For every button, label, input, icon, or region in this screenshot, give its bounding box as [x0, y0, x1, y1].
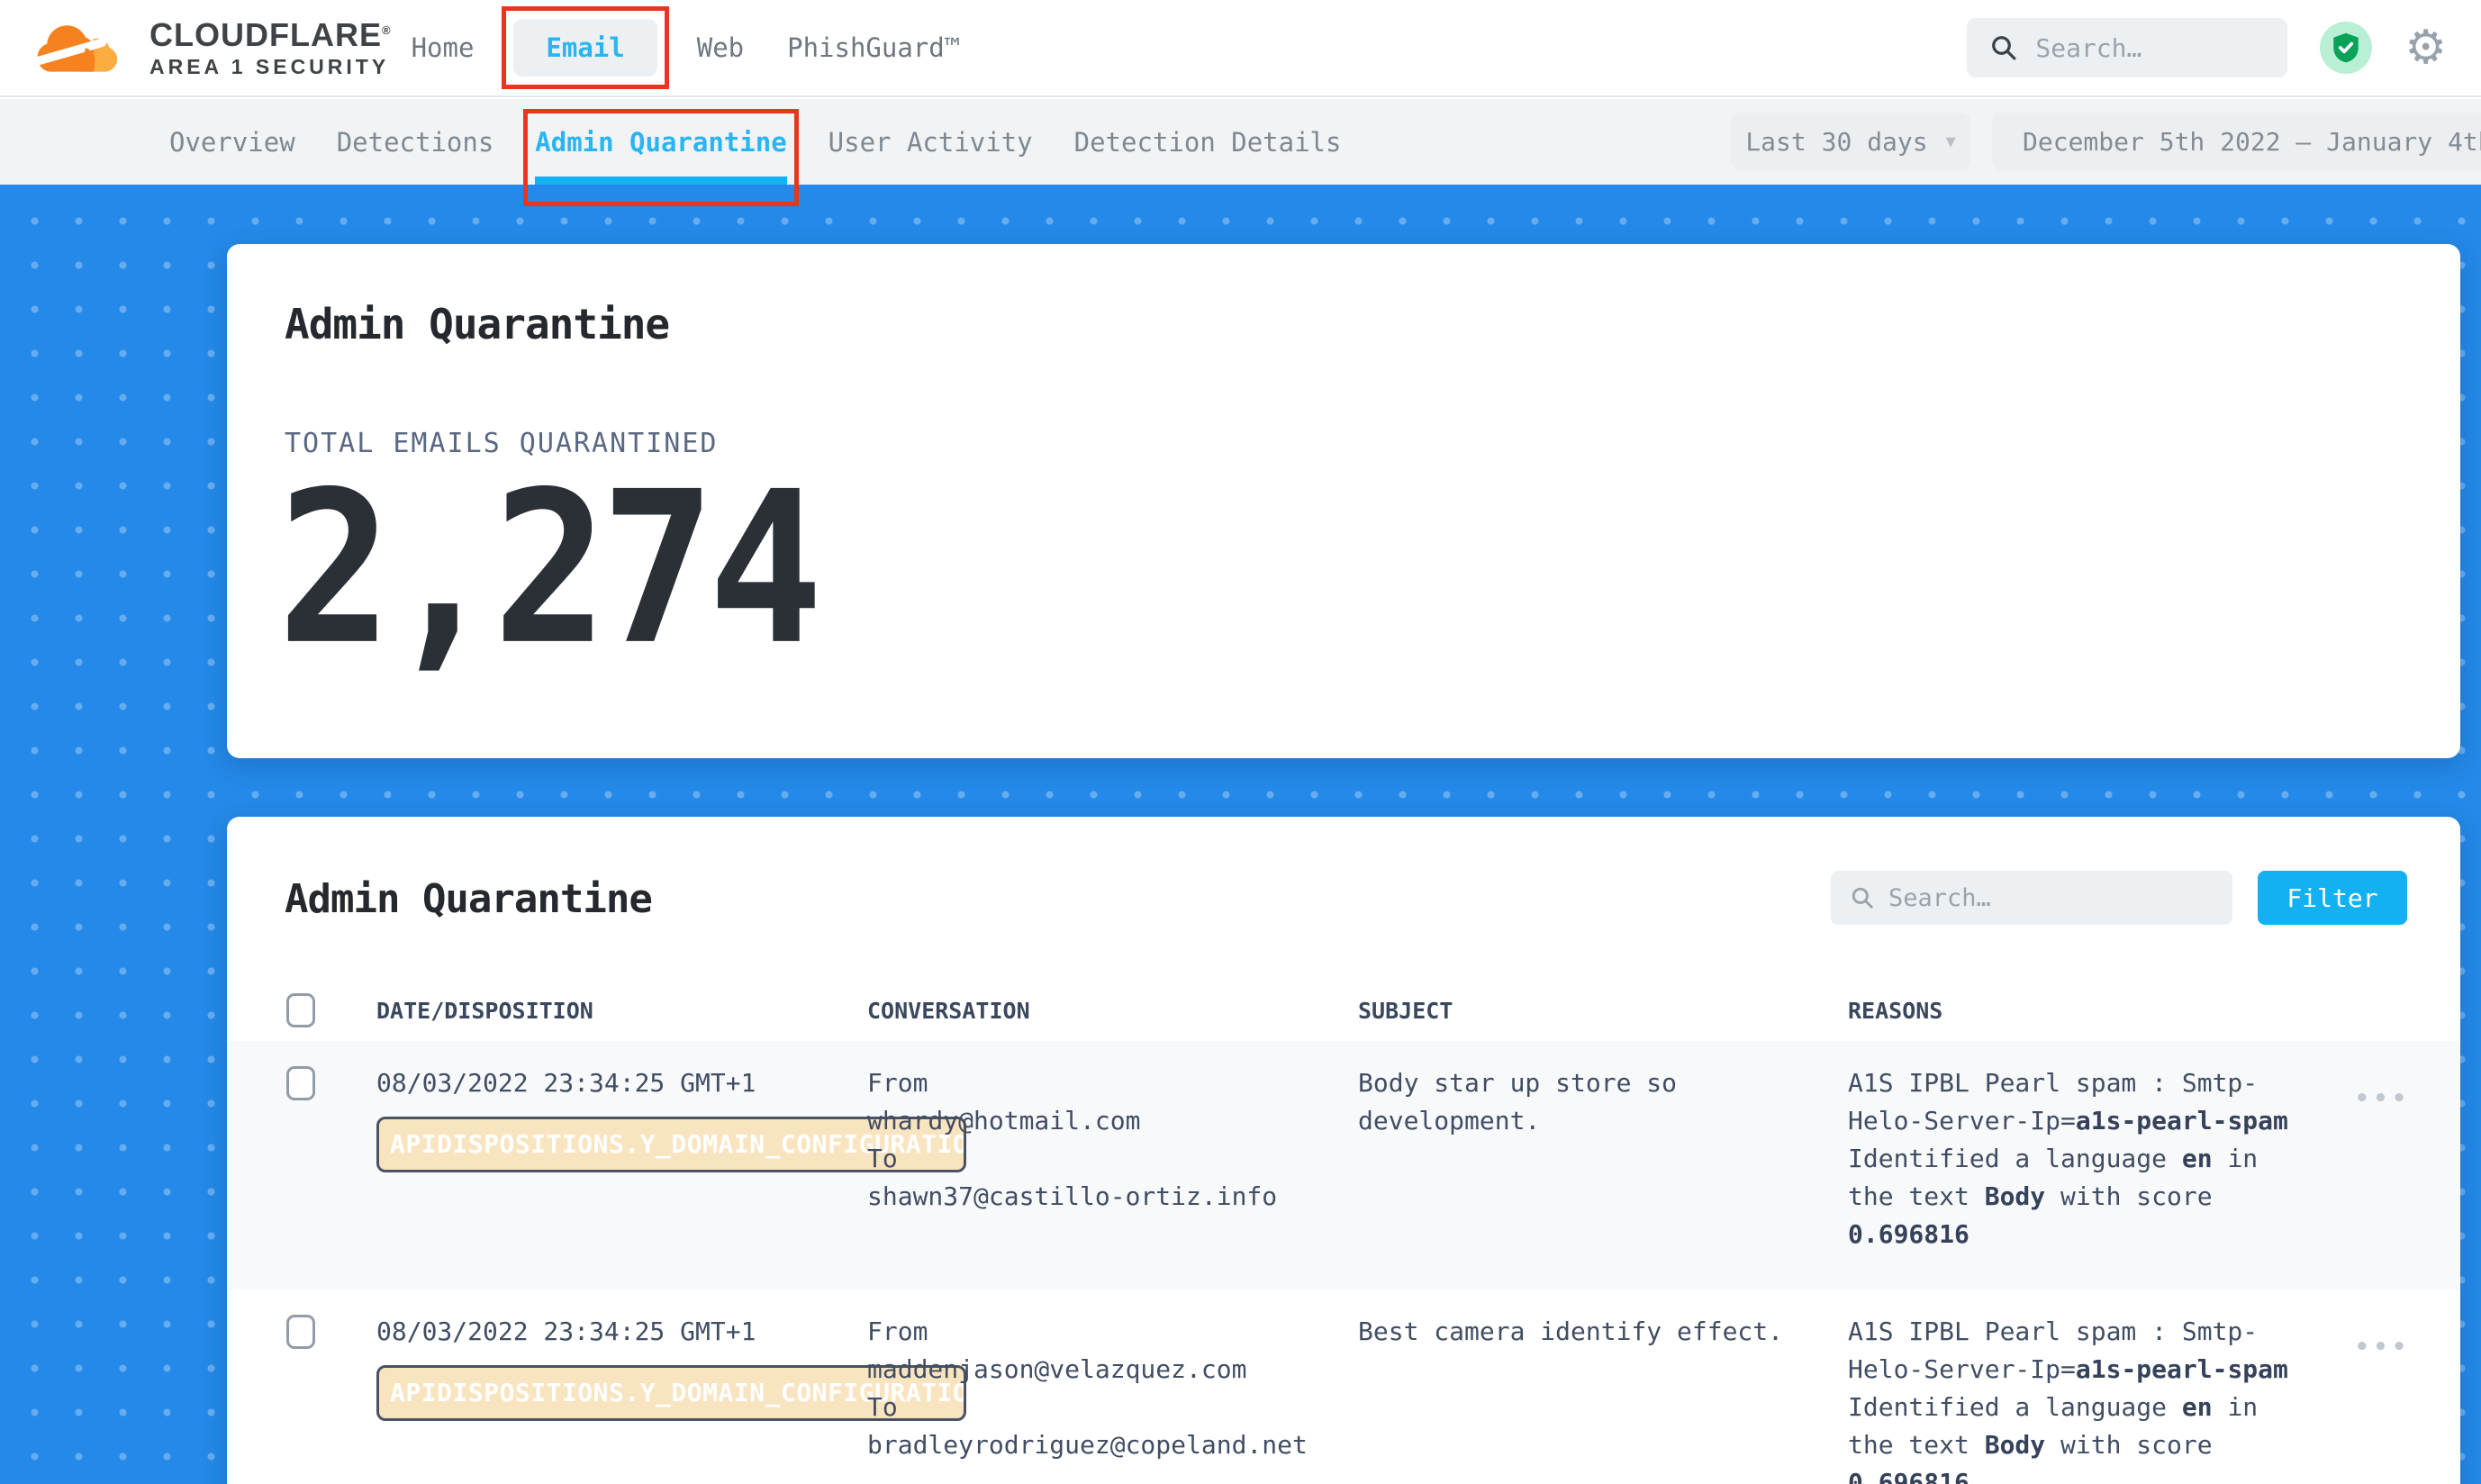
reason-highlight: 0.696816	[1848, 1219, 1969, 1249]
reason-text: Identified a language	[1848, 1392, 2182, 1422]
select-all-checkbox[interactable]	[286, 993, 315, 1027]
reason-text: Identified a language	[1848, 1144, 2182, 1173]
date-range-text: December 5th 2022 — January 4th 2023	[2023, 127, 2481, 157]
total-quarantined-value: 2,274	[277, 464, 816, 674]
settings-gear-icon[interactable]: ⚙	[2404, 24, 2447, 71]
row-date: 08/03/2022 23:34:25 GMT+1	[376, 1064, 867, 1102]
brand-subtitle: AREA 1 SECURITY	[149, 56, 392, 78]
column-header-date-disposition: DATE/DISPOSITION	[376, 998, 867, 1024]
search-icon	[1851, 886, 1874, 909]
nav-item-label: Email	[546, 32, 624, 63]
table-card-title: Admin Quarantine	[285, 876, 652, 922]
top-navigation-bar: CLOUDFLARE® AREA 1 SECURITY Home Email Web…	[0, 0, 2481, 97]
shield-check-icon	[2332, 32, 2359, 64]
nav-item-label: Home	[412, 32, 475, 63]
brand-trademark: ®	[382, 23, 392, 37]
tab-user-activity[interactable]: User Activity	[829, 99, 1033, 185]
tab-detection-details[interactable]: Detection Details	[1074, 99, 1342, 185]
brand-name: CLOUDFLARE®	[149, 17, 392, 53]
search-icon	[1990, 34, 2017, 61]
row-menu-ellipsis-icon[interactable]: •••	[2355, 1334, 2411, 1361]
reasons-cell: A1S IPBL Pearl spam : Smtp-Helo-Server-I…	[1848, 1313, 2303, 1484]
tab-label: Detections	[337, 127, 494, 158]
table-row: 08/03/2022 23:34:25 GMT+1Fromwhardy@hotm…	[227, 1041, 2460, 1289]
row-date: 08/03/2022 23:34:25 GMT+1	[376, 1313, 867, 1351]
tab-overview[interactable]: Overview	[169, 99, 295, 185]
from-label: From	[867, 1313, 1358, 1351]
table-search-input[interactable]: Search…	[1831, 871, 2232, 925]
reason-text: with score	[2045, 1181, 2212, 1211]
reason-highlight: 0.696816	[1848, 1468, 1969, 1484]
cloudflare-cloud-icon	[31, 15, 131, 80]
reason-text: with score	[2045, 1430, 2212, 1460]
nav-item-label: Web	[697, 32, 744, 63]
column-header-reasons: REASONS	[1848, 998, 2303, 1024]
tab-label: Detection Details	[1074, 127, 1342, 158]
time-range-label: Last 30 days	[1745, 127, 1927, 157]
tab-detections[interactable]: Detections	[337, 99, 494, 185]
reasons-cell: A1S IPBL Pearl spam : Smtp-Helo-Server-I…	[1848, 1064, 2303, 1253]
cloudflare-logo: CLOUDFLARE® AREA 1 SECURITY	[31, 15, 392, 80]
from-email[interactable]: whardy@hotmail.com	[867, 1102, 1358, 1140]
to-label: To	[867, 1389, 1358, 1426]
date-range-field[interactable]: December 5th 2022 — January 4th 2023	[1992, 113, 2481, 170]
from-label: From	[867, 1064, 1358, 1102]
reason-highlight: Body	[1985, 1430, 2045, 1460]
row-subject: Best camera identify effect.	[1358, 1313, 1808, 1351]
brand-name-text: CLOUDFLARE	[149, 16, 382, 53]
summary-card-title: Admin Quarantine	[285, 300, 669, 348]
reason-highlight: en	[2182, 1392, 2213, 1422]
reason-highlight: Body	[1985, 1181, 2045, 1211]
nav-item-label: PhishGuard™	[787, 32, 960, 63]
to-email[interactable]: bradleyrodriguez@copeland.net	[867, 1426, 1358, 1464]
nav-item-email[interactable]: Email	[513, 19, 656, 77]
checkbox-cell	[286, 1064, 376, 1253]
column-header-subject: SUBJECT	[1358, 998, 1848, 1024]
nav-item-web[interactable]: Web	[693, 20, 747, 76]
row-checkbox[interactable]	[286, 1315, 315, 1349]
tab-label: User Activity	[829, 127, 1033, 158]
global-search-input[interactable]: Search…	[1967, 18, 2287, 77]
subnav-tabs: Overview Detections Admin Quarantine User A…	[169, 99, 1341, 185]
tab-label: Overview	[169, 127, 295, 158]
table-row: 08/03/2022 23:34:25 GMT+1Frommaddenjason…	[227, 1289, 2460, 1484]
conversation-cell: Fromwhardy@hotmail.comToshawn37@castillo…	[867, 1064, 1358, 1253]
row-menu-cell: •••	[2303, 1064, 2460, 1253]
topnav-right-controls: Search… ⚙	[1967, 18, 2447, 77]
chevron-down-icon: ▾	[1946, 131, 1956, 153]
summary-card: Admin Quarantine TOTAL EMAILS QUARANTINE…	[227, 244, 2460, 758]
subject-cell: Body star up store so development.	[1358, 1064, 1808, 1253]
email-section-subnav: Overview Detections Admin Quarantine User A…	[0, 99, 2481, 185]
reason-highlight: a1s-pearl-spam	[2076, 1354, 2288, 1384]
row-menu-cell: •••	[2303, 1313, 2460, 1484]
quarantine-table-card: Admin Quarantine Search… Filter DATE/DIS…	[227, 817, 2460, 1484]
to-email[interactable]: shawn37@castillo-ortiz.info	[867, 1178, 1358, 1216]
tab-admin-quarantine[interactable]: Admin Quarantine	[535, 99, 786, 185]
reason-highlight: en	[2182, 1144, 2213, 1173]
brand-text: CLOUDFLARE® AREA 1 SECURITY	[149, 17, 392, 78]
from-email[interactable]: maddenjason@velazquez.com	[867, 1351, 1358, 1389]
tab-label: Admin Quarantine	[535, 127, 786, 158]
nav-item-phishguard[interactable]: PhishGuard™	[783, 20, 964, 76]
time-range-dropdown[interactable]: Last 30 days ▾	[1731, 113, 1970, 170]
nav-item-home[interactable]: Home	[408, 20, 478, 76]
search-placeholder: Search…	[2035, 33, 2141, 63]
subject-cell: Best camera identify effect.	[1358, 1313, 1808, 1484]
primary-nav: Home Email Web PhishGuard™	[408, 19, 964, 77]
to-label: To	[867, 1140, 1358, 1178]
filter-button[interactable]: Filter	[2258, 871, 2407, 925]
table-header-row: DATE/DISPOSITION CONVERSATION SUBJECT RE…	[227, 980, 2460, 1041]
checkbox-cell	[286, 1313, 376, 1484]
conversation-cell: Frommaddenjason@velazquez.comTobradleyro…	[867, 1313, 1358, 1484]
security-status-badge[interactable]	[2320, 22, 2372, 74]
row-subject: Body star up store so development.	[1358, 1064, 1808, 1140]
row-checkbox[interactable]	[286, 1066, 315, 1100]
reason-highlight: a1s-pearl-spam	[2076, 1106, 2288, 1136]
row-menu-ellipsis-icon[interactable]: •••	[2355, 1085, 2411, 1112]
table-search-placeholder: Search…	[1888, 884, 1991, 912]
table-body: 08/03/2022 23:34:25 GMT+1Fromwhardy@hotm…	[227, 1041, 2460, 1484]
column-header-conversation: CONVERSATION	[867, 998, 1358, 1024]
